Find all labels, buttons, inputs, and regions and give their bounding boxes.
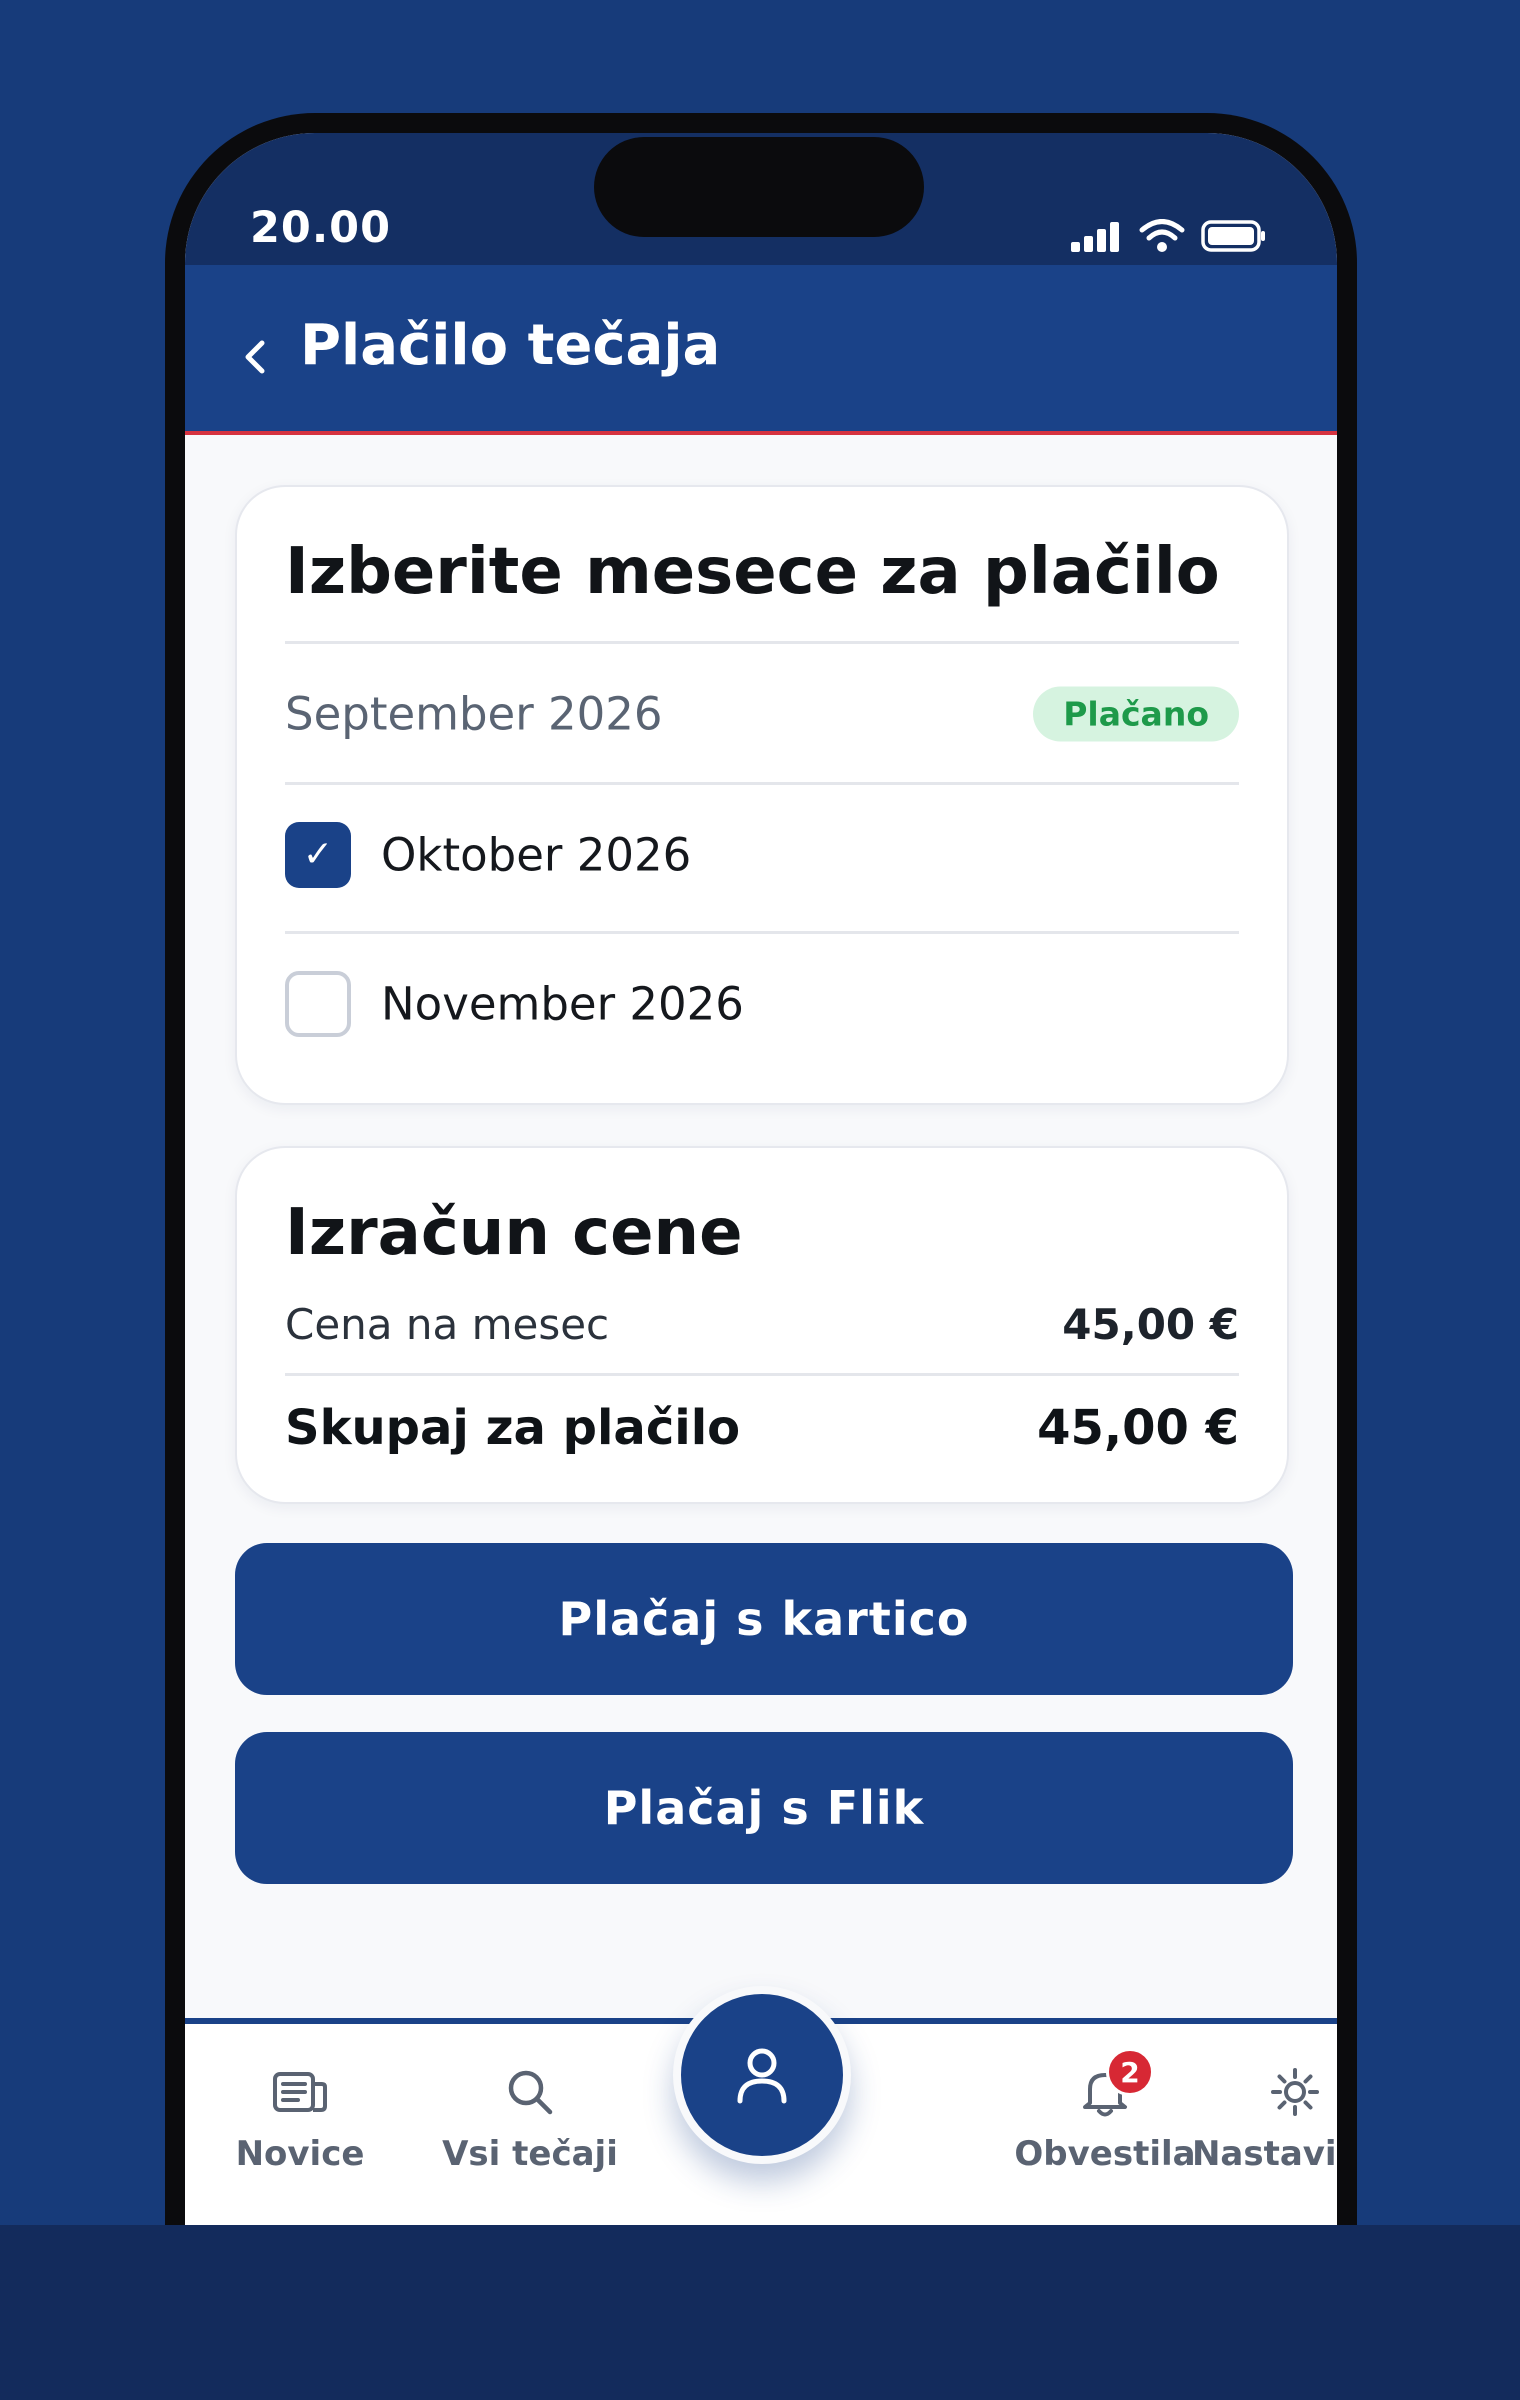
months-card: Izberite mesece za plačilo September 202… [235,485,1289,1105]
nav-item-novice[interactable]: Novice [185,2024,415,2204]
app-header: Plačilo tečaja [185,265,1337,435]
price-card-title: Izračun cene [285,1196,743,1270]
status-icons [1071,219,1267,257]
nav-label: Nastavitve [1191,2134,1337,2174]
background-bottom-band [0,2225,1520,2400]
price-per-month-label: Cena na mesec [285,1300,610,1349]
divider [285,1373,1239,1376]
month-label: Oktober 2026 [381,828,692,882]
wifi-icon [1139,219,1185,257]
notification-count-badge: 2 [1106,2048,1154,2096]
month-label: September 2026 [285,687,663,741]
month-row-november[interactable]: November 2026 [285,934,1239,1074]
checkbox-oktober[interactable]: ✓ [285,822,351,888]
nav-item-vsi-tecaji[interactable]: Vsi tečaji [415,2024,645,2204]
status-bar: 20.00 [185,133,1337,265]
price-per-month-value: 45,00 € [1062,1300,1239,1349]
pay-card-button[interactable]: Plačaj s kartico [235,1543,1293,1695]
settings-icon [1269,2062,1321,2122]
chevron-left-icon [245,340,265,374]
checkbox-november[interactable] [285,971,351,1037]
price-card: Izračun cene Cena na mesec 45,00 € Skupa… [235,1146,1289,1504]
month-row-oktober[interactable]: ✓ Oktober 2026 [285,785,1239,925]
page-title: Plačilo tečaja [300,313,721,378]
back-button[interactable] [235,327,275,387]
profile-icon [737,2048,787,2104]
dynamic-island [594,137,924,237]
profile-fab-button[interactable] [673,1986,851,2164]
nav-label: Vsi tečaji [442,2134,618,2174]
search-icon [505,2062,555,2122]
battery-icon [1201,220,1267,256]
price-total-label: Skupaj za plačilo [285,1400,741,1456]
checkmark-icon: ✓ [302,834,334,875]
bell-icon: 2 [1080,2048,1154,2122]
status-time: 20.00 [250,203,392,253]
month-row-september: September 2026 Plačano [285,644,1239,784]
news-icon [272,2062,328,2122]
nav-label: Novice [235,2134,365,2174]
pay-flik-button[interactable]: Plačaj s Flik [235,1732,1293,1884]
phone-frame: 20.00 Plačilo tečaja Izberite mesece za … [165,113,1357,2225]
nav-item-nastavitve[interactable]: Nastavitve [1185,2024,1337,2204]
phone-screen: 20.00 Plačilo tečaja Izberite mesece za … [185,133,1337,2225]
months-card-title: Izberite mesece za plačilo [285,535,1220,609]
nav-label: Obvestila [1014,2134,1196,2174]
status-badge-paid: Plačano [1033,686,1239,742]
signal-icon [1071,220,1123,256]
month-label: November 2026 [381,977,744,1031]
price-total-value: 45,00 € [1037,1400,1239,1456]
